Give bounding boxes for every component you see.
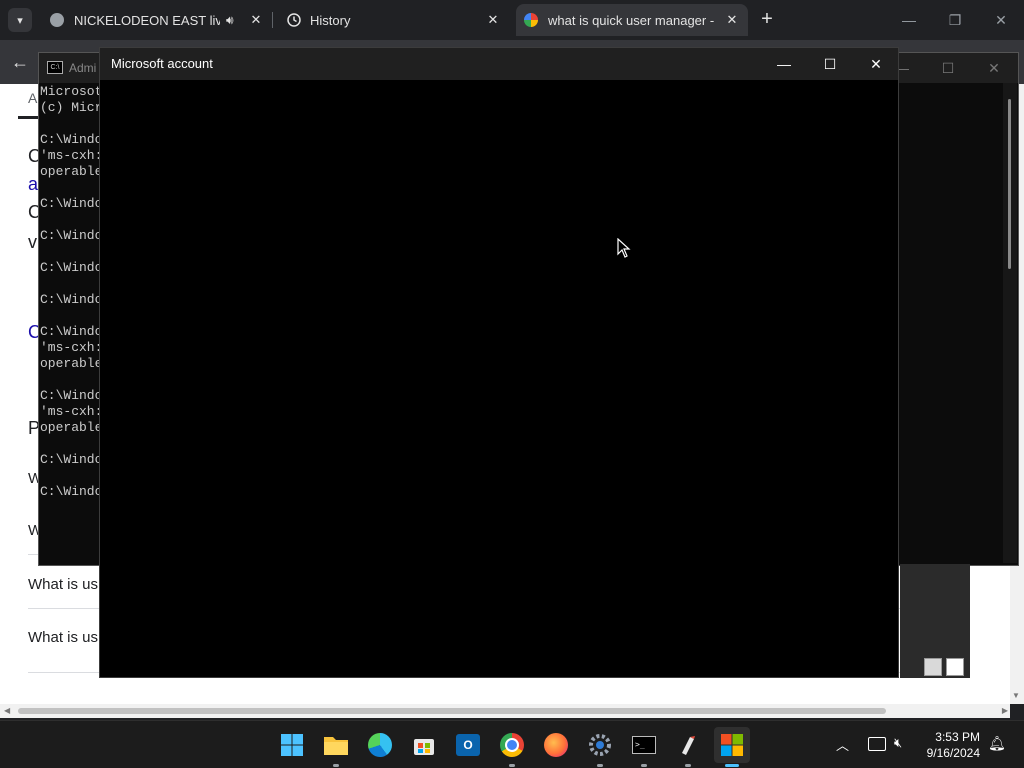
tab-search-button[interactable]: ▾	[8, 8, 32, 32]
cmd-line: C:\Windo	[40, 260, 103, 275]
microsoft-account-window[interactable]: Microsoft account — ☐ ✕	[99, 47, 899, 678]
cmd-line: 'ms-cxh:	[40, 340, 103, 355]
arrow-left-icon: ←	[11, 52, 29, 72]
cmd-title: Admi	[69, 61, 97, 75]
cmd-close-button[interactable]: ✕	[971, 53, 1017, 83]
scroll-down-arrow[interactable]: ▼	[1012, 691, 1020, 700]
cmd-line: Microsot	[40, 84, 103, 99]
result-link[interactable]: a	[28, 174, 38, 195]
close-button[interactable]: ✕	[978, 0, 1024, 40]
tab-history[interactable]: History ✕	[278, 6, 510, 34]
cmd-scrollbar[interactable]	[1003, 83, 1017, 563]
cmd-line: C:\Windo	[40, 196, 103, 211]
speaker-icon[interactable]: 🔊︎	[226, 13, 234, 28]
account-maximize-button[interactable]: ☐	[807, 48, 853, 80]
volume-muted-icon[interactable]: 🔇︎	[894, 735, 902, 751]
tile-view-icon[interactable]	[946, 658, 964, 676]
history-icon	[287, 13, 301, 27]
cmd-line: 'ms-cxh:	[40, 404, 103, 419]
scroll-right-arrow[interactable]: ▶	[1002, 706, 1008, 715]
tab-title: NICKELODEON EAST live st	[74, 12, 220, 28]
scroll-left-arrow[interactable]: ◀	[4, 706, 10, 715]
question-item[interactable]: What is us	[28, 576, 98, 593]
cmd-scroll-thumb[interactable]	[1008, 99, 1011, 269]
tab-google-search[interactable]: what is quick user manager - G ✕	[516, 4, 748, 36]
chevron-down-icon: ▾	[17, 14, 23, 27]
account-close-button[interactable]: ✕	[853, 48, 899, 80]
result-text: v	[28, 232, 37, 252]
cmd-app-icon: C:\	[47, 61, 63, 74]
edge-icon[interactable]	[362, 727, 398, 763]
account-title-bar[interactable]: Microsoft account — ☐ ✕	[100, 48, 898, 80]
microsoft-logo-icon[interactable]	[714, 727, 750, 767]
tab-underline	[18, 116, 38, 119]
cmd-line: operable	[40, 356, 103, 371]
tab-nickelodeon[interactable]: NICKELODEON EAST live st 🔊︎ ✕	[40, 6, 270, 34]
cmd-line: C:\Windo	[40, 228, 103, 243]
cmd-maximize-button[interactable]: ☐	[925, 53, 971, 83]
cmd-line: C:\Windo	[40, 388, 103, 403]
clock-date[interactable]: 9/16/2024	[912, 746, 980, 760]
tab-title: what is quick user manager - G	[548, 12, 714, 28]
page-tab-label[interactable]: A	[28, 90, 37, 106]
close-tab-icon[interactable]: ✕	[485, 12, 501, 28]
store-icon[interactable]	[406, 727, 442, 763]
cmd-line: (c) Micr	[40, 100, 103, 115]
new-tab-button[interactable]: +	[756, 9, 778, 31]
account-minimize-button[interactable]: —	[761, 48, 807, 80]
terminal-icon[interactable]: >_	[626, 727, 662, 767]
cmd-line: C:\Windo	[40, 484, 103, 499]
cmd-line: C:\Windo	[40, 292, 103, 307]
cmd-line: C:\Windo	[40, 324, 103, 339]
cmd-line: C:\Windo	[40, 132, 103, 147]
firefox-icon[interactable]	[538, 727, 574, 763]
outlook-icon[interactable]: O	[450, 727, 486, 763]
globe-icon	[50, 13, 64, 27]
browser-tab-strip: ▾ NICKELODEON EAST live st 🔊︎ ✕ History …	[0, 0, 1024, 40]
show-hidden-icons-button[interactable]: ︿	[836, 735, 849, 754]
horizontal-scroll-thumb[interactable]	[18, 708, 886, 714]
account-content-area	[100, 80, 898, 677]
mouse-cursor-icon	[617, 238, 631, 258]
question-item[interactable]: What is us	[28, 629, 98, 646]
cmd-line: operable	[40, 420, 103, 435]
windows-start-icon[interactable]	[274, 727, 310, 763]
tab-title: History	[310, 12, 351, 28]
google-icon	[524, 13, 538, 27]
network-icon[interactable]	[868, 737, 886, 751]
chevron-up-icon: ︿	[836, 738, 850, 753]
file-explorer-icon[interactable]	[318, 727, 354, 767]
cmd-line: 'ms-cxh:	[40, 148, 103, 163]
notification-bell-icon[interactable]: 🔔︎	[988, 735, 1006, 752]
cmd-line: C:\Windo	[40, 452, 103, 467]
back-button[interactable]: ←	[8, 50, 32, 74]
close-tab-icon[interactable]: ✕	[248, 12, 264, 28]
close-tab-icon[interactable]: ✕	[724, 12, 740, 28]
restore-button[interactable]: ❐	[932, 0, 978, 40]
cmd-line: operable	[40, 164, 103, 179]
minimize-button[interactable]: —	[886, 0, 932, 40]
background-panel	[900, 564, 970, 678]
list-view-icon[interactable]	[924, 658, 942, 676]
window-title: Microsoft account	[111, 56, 213, 71]
tab-separator	[272, 12, 273, 28]
clock-time[interactable]: 3:53 PM	[920, 730, 980, 744]
taskbar: O >_ ︿ 🔇︎ 3:53 PM 9/16/2024 🔔︎	[0, 720, 1024, 768]
chrome-icon[interactable]	[494, 727, 530, 767]
settings-icon[interactable]	[582, 727, 618, 767]
paint-icon[interactable]	[670, 727, 706, 767]
